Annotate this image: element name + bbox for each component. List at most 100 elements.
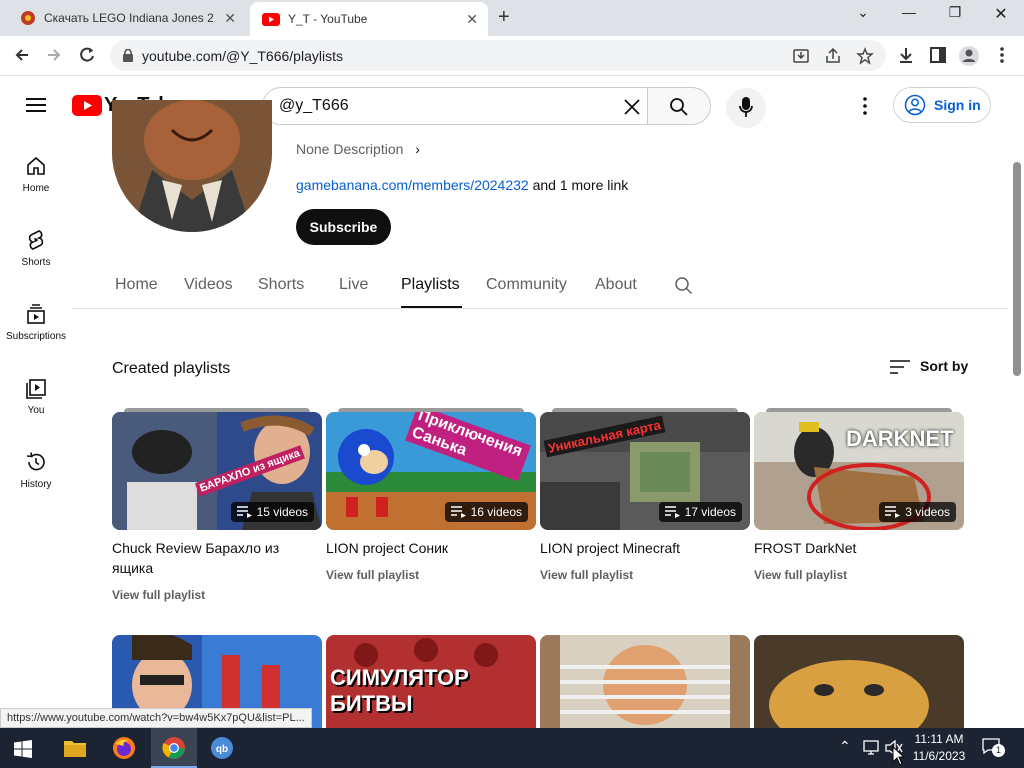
clear-search-icon[interactable] (623, 98, 641, 116)
video-count: 17 videos (684, 505, 736, 519)
playlist-title[interactable]: Chuck Review Барахло из ящика (112, 538, 312, 578)
reload-icon[interactable] (77, 45, 97, 65)
sidebar-label: You (27, 405, 45, 416)
share-icon[interactable] (824, 47, 842, 65)
close-tab-icon[interactable]: ✕ (224, 10, 236, 27)
side-panel-icon[interactable] (928, 45, 948, 65)
chrome-icon (162, 737, 185, 759)
address-bar[interactable]: youtube.com/@Y_T666/playlists (110, 40, 886, 71)
tab-live[interactable]: Live (339, 276, 368, 294)
minimize-button[interactable]: — (886, 4, 932, 20)
view-full-playlist-link[interactable]: View full playlist (540, 568, 633, 582)
playlist-icon (664, 506, 680, 518)
file-explorer-icon[interactable] (64, 739, 86, 757)
tab-videos[interactable]: Videos (184, 276, 233, 294)
playlist-icon (885, 506, 901, 518)
close-tab-icon[interactable]: ✕ (466, 11, 478, 28)
tab-search-icon[interactable]: ⌄ (840, 4, 886, 21)
profile-avatar-icon[interactable] (958, 45, 980, 67)
description-text: None Description (296, 141, 404, 157)
tab-about[interactable]: About (595, 276, 637, 294)
browser-menu-icon[interactable] (994, 45, 1010, 65)
view-full-playlist-link[interactable]: View full playlist (326, 568, 419, 582)
sidebar-item-history[interactable]: History (0, 451, 72, 490)
tab-shorts[interactable]: Shorts (258, 276, 304, 294)
playlist-thumbnail[interactable] (754, 635, 964, 728)
section-title: Created playlists (112, 360, 231, 377)
clock-date: 11/6/2023 (912, 749, 966, 763)
tab-playlists[interactable]: Playlists (401, 276, 460, 294)
playlist-title[interactable]: FROST DarkNet (754, 538, 954, 558)
voice-search-button[interactable] (726, 88, 766, 128)
url-text: youtube.com/@Y_T666/playlists (142, 48, 343, 64)
playlist-title[interactable]: LION project Соник (326, 538, 526, 558)
tab-community[interactable]: Community (486, 276, 567, 294)
search-button[interactable] (647, 87, 711, 125)
browser-tab-active[interactable]: Y_T - YouTube ✕ (250, 2, 488, 36)
hamburger-menu-icon[interactable] (26, 97, 46, 113)
view-full-playlist-link[interactable]: View full playlist (754, 568, 847, 582)
downloads-icon[interactable] (896, 45, 916, 65)
playlist-card[interactable] (540, 635, 750, 728)
firefox-icon[interactable] (112, 736, 136, 760)
playlist-thumbnail[interactable] (540, 635, 750, 728)
restore-button[interactable]: ❐ (932, 4, 978, 21)
video-count: 15 videos (256, 505, 308, 519)
install-app-icon[interactable] (792, 47, 810, 65)
qbittorrent-icon[interactable]: qb (210, 736, 234, 760)
system-clock[interactable]: 11:11 AM 11/6/2023 (904, 731, 974, 765)
link-status-bar: https://www.youtube.com/watch?v=bw4w5Kx7… (0, 708, 312, 728)
browser-tab-inactive[interactable]: Скачать LEGO Indiana Jones 2: T ✕ (8, 3, 246, 33)
windows-start-icon[interactable] (14, 740, 32, 758)
playlist-card[interactable] (754, 635, 964, 728)
sidebar-item-you[interactable]: You (0, 377, 72, 416)
sidebar-label: Subscriptions (5, 331, 67, 342)
more-links-text[interactable]: and 1 more link (529, 177, 629, 193)
show-hidden-icons-icon[interactable]: ⌃ (839, 738, 851, 755)
sidebar-item-subscriptions[interactable]: Subscriptions (0, 303, 72, 342)
forward-arrow-icon[interactable] (44, 45, 64, 65)
playlist-thumbnail[interactable]: БАРАХЛО из ящика 15 videos (112, 412, 322, 530)
tab-title: Y_T - YouTube (288, 12, 368, 26)
playlist-thumbnail[interactable]: Приключения Санька 16 videos (326, 412, 536, 530)
playlist-card[interactable]: СИМУЛЯТОР БИТВЫ (326, 635, 536, 728)
back-arrow-icon[interactable] (12, 45, 32, 65)
channel-description[interactable]: None Description › (296, 141, 420, 157)
playlist-thumbnail[interactable]: Уникальная карта 17 videos (540, 412, 750, 530)
search-input[interactable]: @y_T666 (262, 87, 648, 125)
playlist-icon (450, 506, 466, 518)
channel-search-icon[interactable] (674, 276, 693, 295)
video-count-badge: 17 videos (658, 502, 742, 522)
playlist-icon (236, 506, 252, 518)
sort-icon (890, 360, 910, 374)
close-window-button[interactable]: ✕ (978, 4, 1024, 24)
microphone-icon (739, 97, 753, 117)
new-tab-button[interactable]: + (498, 6, 510, 29)
lock-icon (123, 49, 133, 62)
bookmark-star-icon[interactable] (856, 47, 874, 65)
sidebar-item-home[interactable]: Home (0, 155, 72, 194)
sidebar-item-shorts[interactable]: Shorts (0, 229, 72, 268)
tab-home[interactable]: Home (115, 276, 158, 294)
selected-tab-underline (401, 306, 462, 308)
playlist-title[interactable]: LION project Minecraft (540, 538, 740, 558)
settings-menu-icon[interactable] (861, 96, 869, 116)
sign-in-button[interactable]: Sign in (893, 87, 991, 123)
channel-link[interactable]: gamebanana.com/members/2024232 (296, 177, 529, 193)
home-icon (27, 156, 45, 175)
playlist-thumbnail[interactable]: СИМУЛЯТОР БИТВЫ (326, 635, 536, 728)
thumbnail-image (754, 635, 964, 728)
sort-by-button[interactable]: Sort by (890, 358, 968, 374)
video-count-badge: 3 videos (879, 502, 956, 522)
network-icon[interactable] (862, 740, 880, 756)
action-center-button[interactable]: 1 (982, 738, 1005, 758)
subscribe-button[interactable]: Subscribe (296, 209, 391, 245)
view-full-playlist-link[interactable]: View full playlist (112, 588, 205, 602)
mouse-cursor-icon (892, 746, 904, 766)
taskbar-active-app[interactable] (151, 728, 197, 768)
playlist-thumbnail[interactable]: DARKNET 3 videos (754, 412, 964, 530)
youtube-favicon-icon (262, 12, 280, 26)
search-icon (670, 98, 688, 116)
sidebar-label: History (20, 479, 52, 490)
page-scrollbar-thumb[interactable] (1013, 162, 1021, 376)
